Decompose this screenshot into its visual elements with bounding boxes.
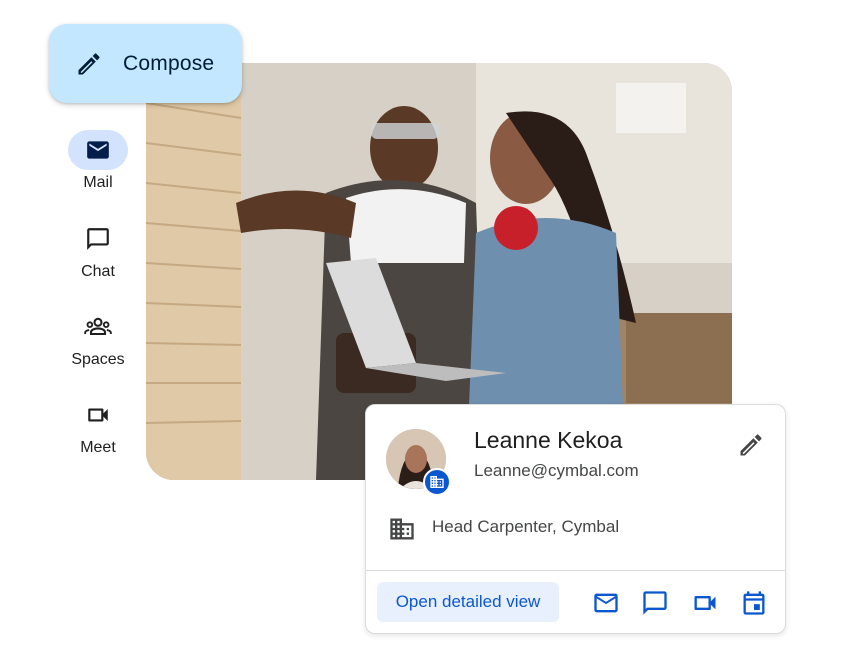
- open-detailed-view-button[interactable]: Open detailed view: [377, 582, 559, 622]
- contact-card: Leanne Kekoa Leanne@cymbal.com Head Carp…: [365, 404, 786, 634]
- chat-icon: [643, 591, 667, 615]
- chat-icon: [87, 228, 109, 250]
- nav-pill-chat: [68, 219, 128, 259]
- nav-item-spaces[interactable]: Spaces: [60, 307, 136, 369]
- calendar-icon: [743, 591, 765, 615]
- company-badge: [423, 468, 451, 496]
- spaces-icon: [84, 317, 112, 336]
- building-icon: [430, 476, 444, 488]
- divider: [366, 570, 785, 571]
- pencil-icon: [740, 434, 762, 456]
- nav-pill-meet: [68, 395, 128, 435]
- nav-label-spaces: Spaces: [71, 351, 125, 368]
- nav-item-chat[interactable]: Chat: [60, 219, 136, 281]
- edit-button[interactable]: [737, 431, 765, 459]
- compose-label: Compose: [123, 51, 215, 75]
- video-icon: [694, 596, 716, 610]
- pencil-icon: [75, 50, 103, 78]
- mail-icon: [594, 593, 618, 613]
- contact-role: Head Carpenter, Cymbal: [432, 517, 620, 536]
- compose-button[interactable]: Compose: [49, 24, 242, 103]
- nav-item-mail[interactable]: Mail: [60, 130, 136, 192]
- mail-icon: [87, 141, 109, 159]
- nav-label-mail: Mail: [83, 174, 113, 191]
- nav-pill-spaces: [68, 307, 128, 347]
- start-chat-button[interactable]: [641, 589, 669, 617]
- nav-label-chat: Chat: [81, 263, 115, 280]
- send-mail-button[interactable]: [592, 589, 620, 617]
- contact-email[interactable]: Leanne@cymbal.com: [474, 461, 639, 481]
- video-icon: [88, 408, 108, 422]
- schedule-event-button[interactable]: [740, 589, 768, 617]
- nav-pill-mail: [68, 130, 128, 170]
- building-icon: [388, 515, 416, 543]
- nav-label-meet: Meet: [80, 439, 116, 456]
- nav-item-meet[interactable]: Meet: [60, 395, 136, 457]
- start-video-button[interactable]: [691, 589, 719, 617]
- contact-name: Leanne Kekoa: [474, 427, 623, 453]
